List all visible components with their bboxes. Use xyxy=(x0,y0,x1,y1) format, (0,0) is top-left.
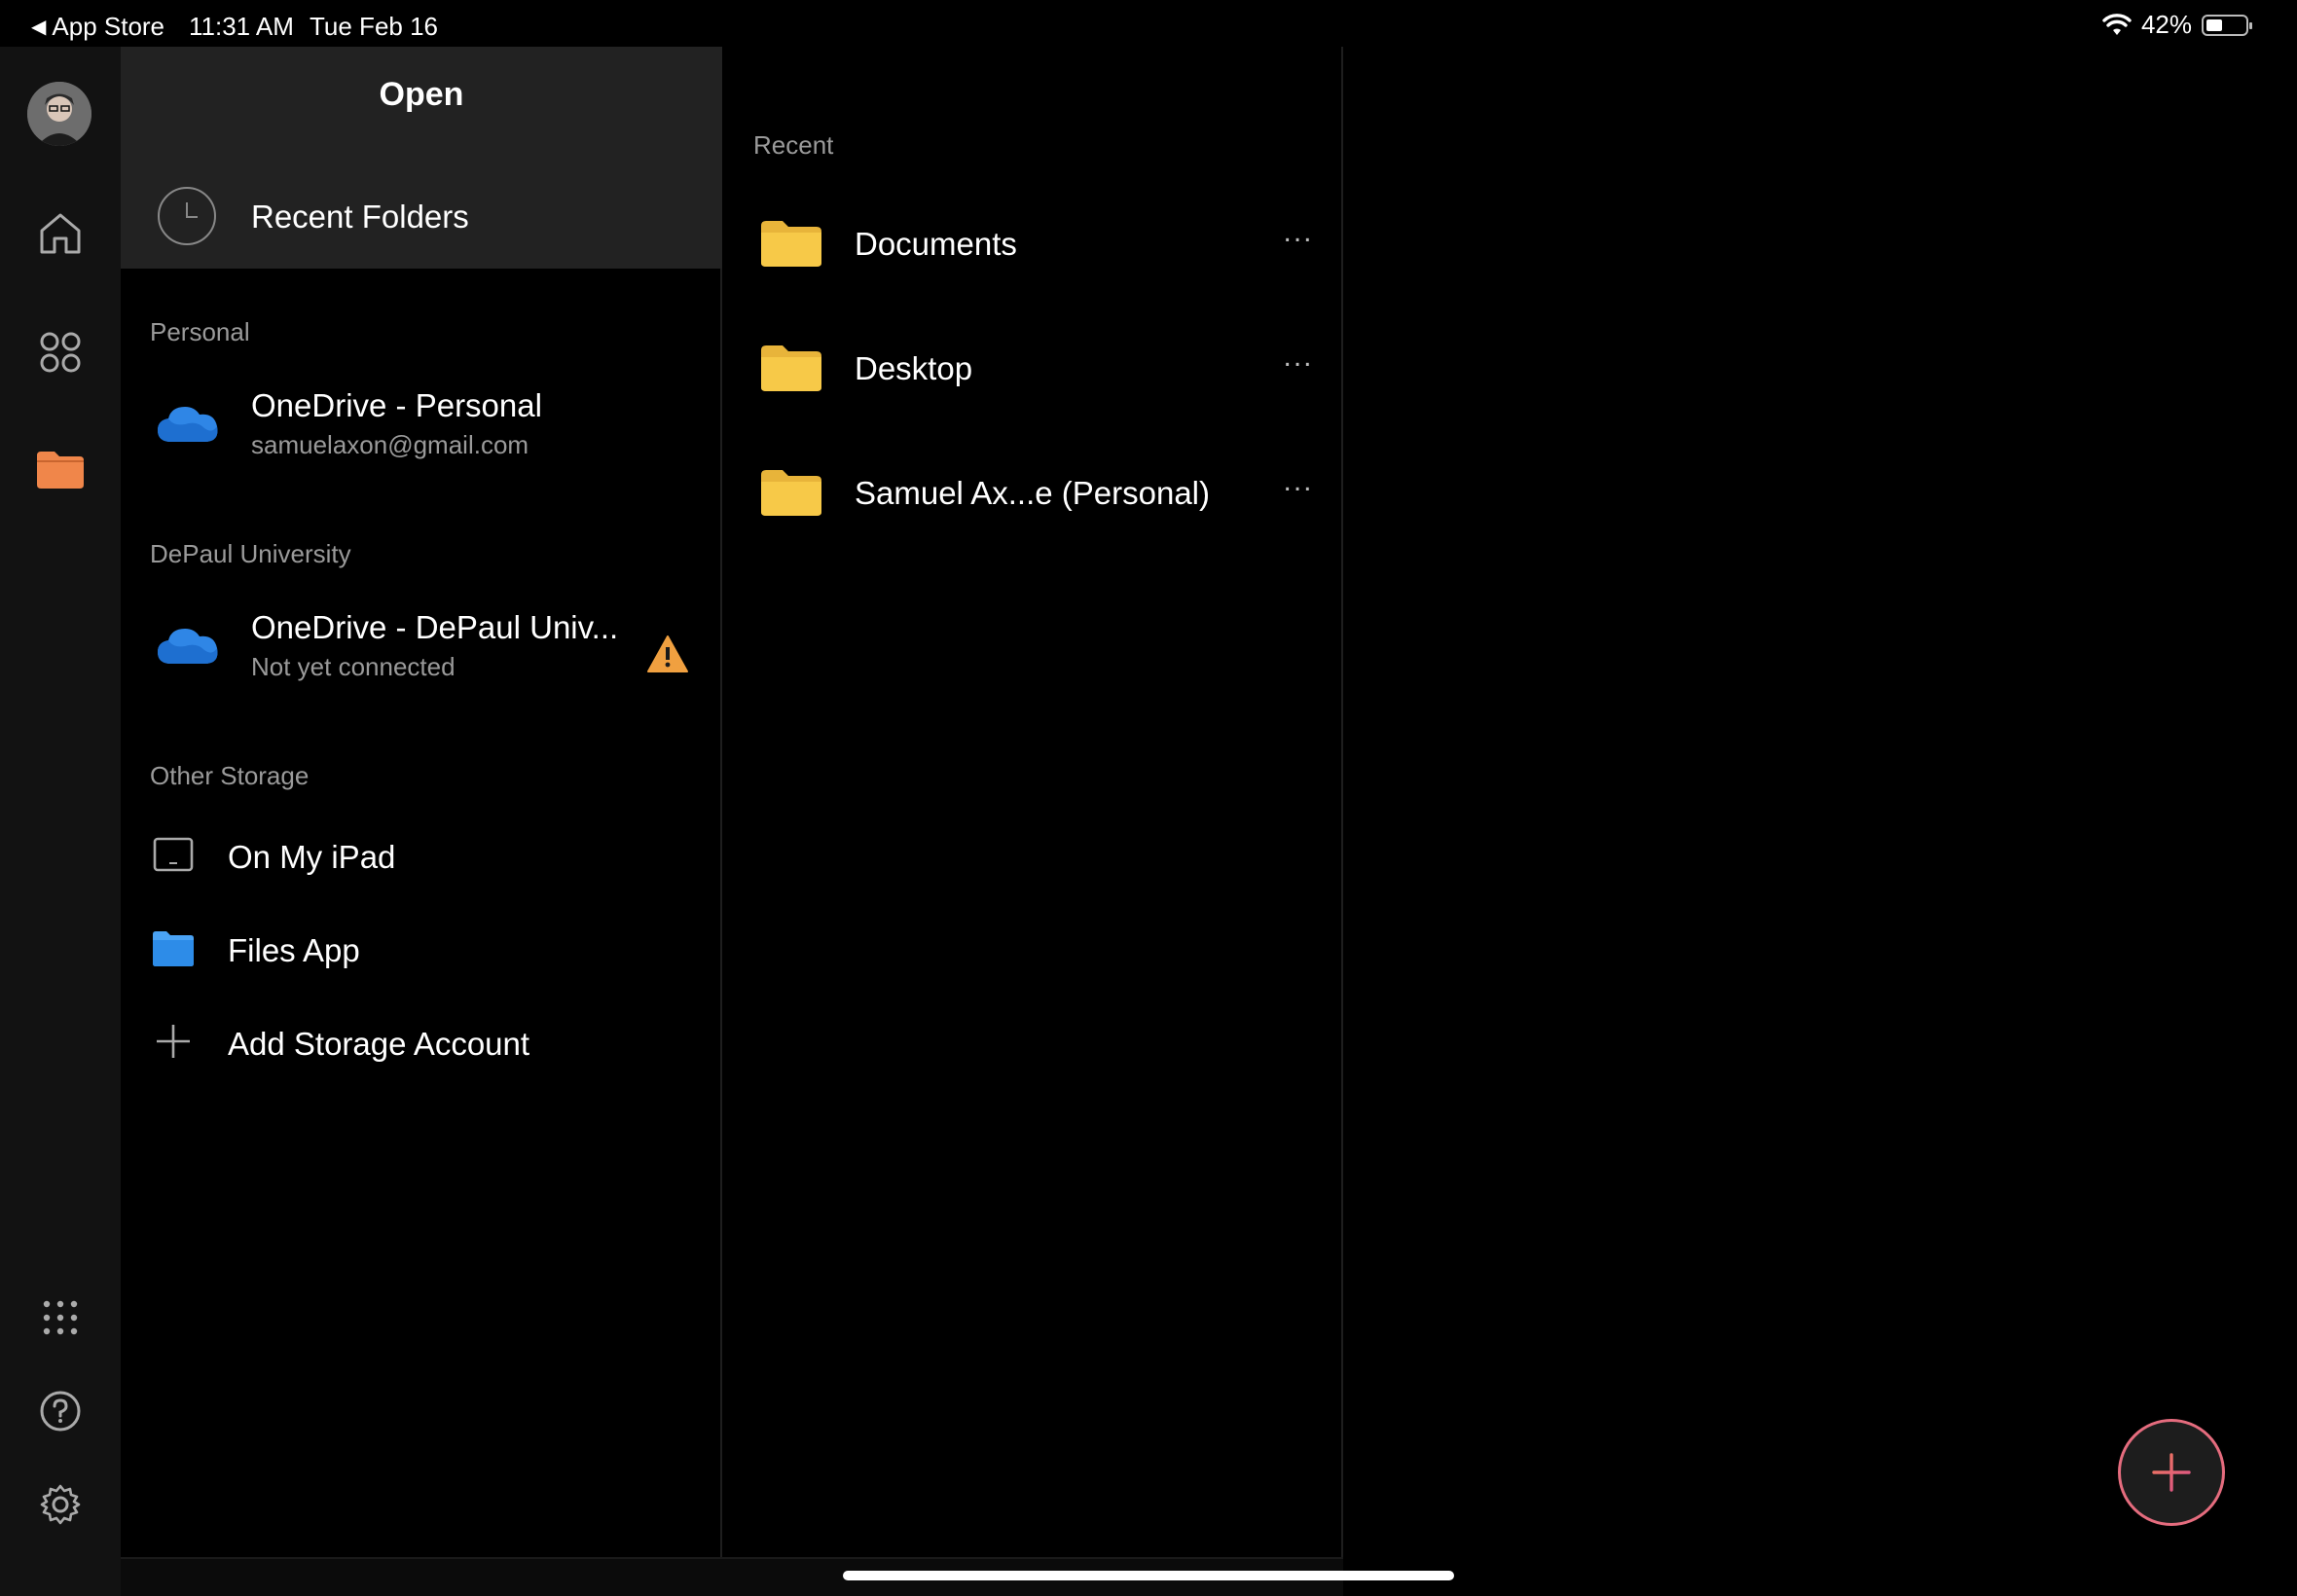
grid-dots-icon[interactable] xyxy=(29,1287,91,1349)
status-right: 42% xyxy=(2102,10,2252,40)
screen: ◀ App Store 11:31 AM Tue Feb 16 42% Open… xyxy=(0,0,2297,1596)
account-name: OneDrive - DePaul Univ... xyxy=(251,609,619,645)
add-storage-account-button[interactable]: Add Storage Account xyxy=(121,1004,722,1082)
folder-name: Samuel Ax...e (Personal) xyxy=(855,475,1210,511)
status-date: Tue Feb 16 xyxy=(310,12,439,41)
page-title: Open xyxy=(379,76,464,113)
more-options-button[interactable]: ... xyxy=(1269,467,1328,506)
recent-section-label: Recent xyxy=(753,130,834,160)
wifi-icon xyxy=(2102,13,2132,35)
apps-icon[interactable] xyxy=(29,321,91,383)
recent-folder-row[interactable]: Samuel Ax...e (Personal) ... xyxy=(724,438,1343,545)
folder-icon xyxy=(761,470,821,516)
ipad-icon xyxy=(153,837,194,872)
storage-item-label: Files App xyxy=(228,932,360,968)
folder-name: Documents xyxy=(855,226,1017,262)
folder-icon xyxy=(761,221,821,267)
battery-icon xyxy=(2202,14,2252,36)
folder-name: Desktop xyxy=(855,350,973,386)
files-app-folder-icon xyxy=(153,931,194,966)
nav-rail xyxy=(0,47,121,1596)
status-bar: ◀ App Store 11:31 AM Tue Feb 16 42% xyxy=(0,0,2297,47)
home-indicator[interactable] xyxy=(843,1571,1454,1580)
more-options-button[interactable]: ... xyxy=(1269,343,1328,381)
onedrive-cloud-icon xyxy=(158,629,218,664)
onedrive-cloud-icon xyxy=(158,407,218,442)
recent-panel: Recent Documents ... Desktop ... Samuel … xyxy=(724,47,1343,1557)
section-label-other-storage: Other Storage xyxy=(150,761,310,790)
help-icon[interactable] xyxy=(29,1380,91,1442)
status-time: 11:31 AM xyxy=(189,12,294,41)
clock-icon xyxy=(158,187,216,245)
folder-icon xyxy=(761,345,821,391)
plus-icon xyxy=(157,1025,190,1058)
account-onedrive-depaul[interactable]: OneDrive - DePaul Univ... Not yet connec… xyxy=(121,599,722,697)
gear-icon[interactable] xyxy=(29,1473,91,1536)
storage-item-on-my-ipad[interactable]: On My iPad xyxy=(121,817,722,895)
section-label-depaul: DePaul University xyxy=(150,539,351,568)
warning-icon xyxy=(647,635,688,672)
recent-folders-label: Recent Folders xyxy=(251,199,469,235)
back-to-app-link[interactable]: ◀ App Store xyxy=(31,12,164,42)
storage-item-label: On My iPad xyxy=(228,839,396,875)
sidebar-header: Open Recent Folders xyxy=(121,47,722,269)
account-email: samuelaxon@gmail.com xyxy=(251,430,529,459)
battery-percent: 42% xyxy=(2140,10,2192,39)
recent-folder-row[interactable]: Documents ... xyxy=(724,189,1343,296)
back-app-label: App Store xyxy=(52,12,165,41)
account-status: Not yet connected xyxy=(251,652,456,681)
more-options-button[interactable]: ... xyxy=(1269,218,1328,257)
avatar[interactable] xyxy=(27,82,91,146)
section-label-personal: Personal xyxy=(150,317,250,346)
new-document-button[interactable] xyxy=(2118,1419,2225,1526)
recent-folders-item[interactable]: Recent Folders xyxy=(121,163,722,269)
back-arrow-icon: ◀ xyxy=(31,17,47,38)
account-name: OneDrive - Personal xyxy=(251,387,542,423)
storage-item-label: Add Storage Account xyxy=(228,1026,530,1062)
plus-icon xyxy=(2152,1453,2191,1492)
open-sidebar: Open Recent Folders Personal OneDrive - … xyxy=(121,47,722,1557)
storage-item-files-app[interactable]: Files App xyxy=(121,911,722,989)
home-icon[interactable] xyxy=(29,202,91,265)
folder-icon[interactable] xyxy=(29,438,91,500)
account-onedrive-personal[interactable]: OneDrive - Personal samuelaxon@gmail.com xyxy=(121,378,722,475)
recent-folder-row[interactable]: Desktop ... xyxy=(724,313,1343,420)
